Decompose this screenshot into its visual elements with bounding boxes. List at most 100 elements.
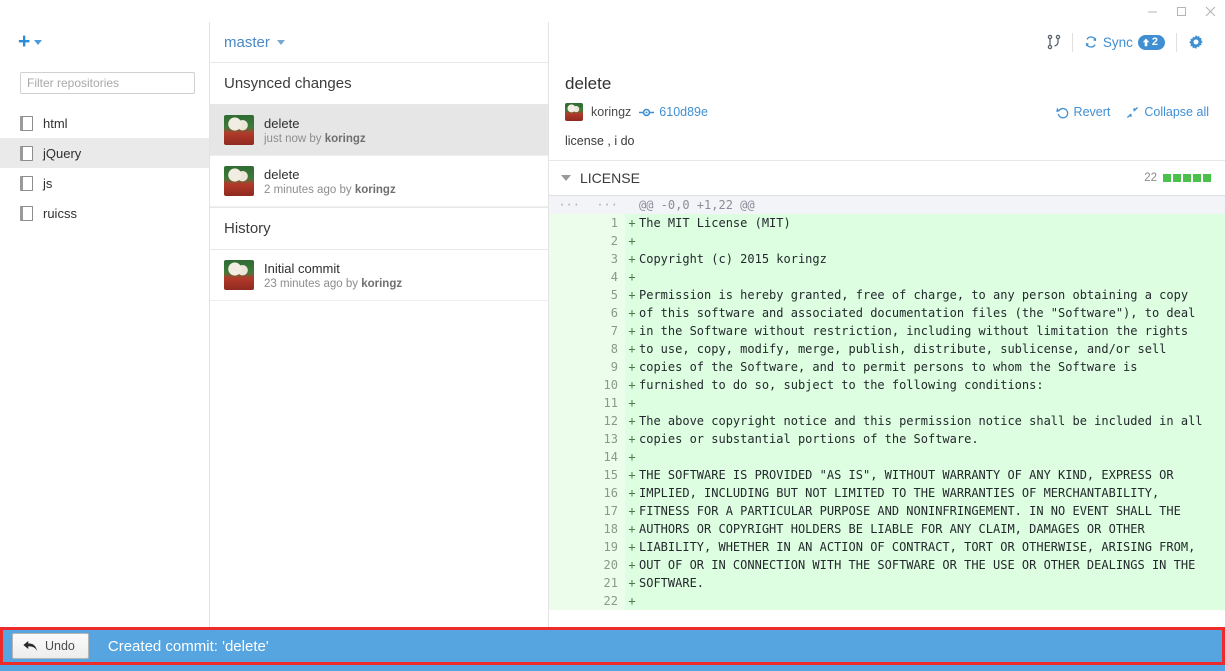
diff-old-line-number <box>549 412 587 430</box>
diff-sign: + <box>628 432 636 446</box>
bottom-strip <box>0 665 1225 671</box>
branch-name-label: master <box>224 33 270 51</box>
commit-sha[interactable]: 610d89e <box>639 105 708 119</box>
diff-new-line-number: 13 <box>587 430 625 448</box>
diff-new-line-number: 20 <box>587 556 625 574</box>
collapse-all-label: Collapse all <box>1144 105 1209 119</box>
diff-new-line-number: 14 <box>587 448 625 466</box>
diff-line-text <box>639 592 1225 610</box>
minimize-icon[interactable] <box>1138 0 1167 22</box>
sync-button[interactable]: Sync 2 <box>1073 31 1176 53</box>
commit-header: delete koringz 610d89e Revert Collapse a… <box>549 62 1225 121</box>
file-name: LICENSE <box>580 170 640 186</box>
avatar <box>224 166 254 196</box>
diff-line: 1 + The MIT License (MIT) <box>549 214 1225 232</box>
branch-compare-button[interactable] <box>1036 31 1072 53</box>
diff-old-line-number <box>549 340 587 358</box>
collapse-all-button[interactable]: Collapse all <box>1126 105 1209 119</box>
diff-old-line-number <box>549 556 587 574</box>
collapse-icon <box>1127 106 1139 118</box>
diff-line: 4 + <box>549 268 1225 286</box>
undo-button[interactable]: Undo <box>12 633 89 659</box>
diff-sign: + <box>628 522 636 536</box>
arrow-up-icon <box>1142 38 1150 46</box>
repository-item[interactable]: html <box>0 108 209 138</box>
commit-row[interactable]: Initial commit 23 minutes ago by koringz <box>210 250 548 301</box>
diff-viewer[interactable]: ··· ··· @@ -0,0 +1,22 @@ 1 + The MIT License … <box>549 196 1225 671</box>
commit-title: delete <box>264 166 300 182</box>
branch-selector[interactable]: master <box>210 22 548 62</box>
commit-list-panel: master Unsynced changes delete just now by… <box>210 22 549 671</box>
commit-meta: delete just now by koringz <box>264 116 366 145</box>
diff-new-line-number: 19 <box>587 538 625 556</box>
repository-label: js <box>43 175 53 191</box>
diff-line-text: of this software and associated document… <box>639 306 1196 320</box>
diff-new-line-number: 16 <box>587 484 625 502</box>
diff-new-line-number: 15 <box>587 466 625 484</box>
close-icon[interactable] <box>1196 0 1225 22</box>
commit-section-heading: History <box>210 207 548 250</box>
repository-icon <box>20 205 33 221</box>
diff-sign: + <box>628 288 636 302</box>
diff-sign: + <box>628 594 636 608</box>
repository-item[interactable]: js <box>0 168 209 198</box>
chevron-down-icon <box>561 175 571 181</box>
diff-line-text: FITNESS FOR A PARTICULAR PURPOSE AND NON… <box>639 504 1181 518</box>
branch-icon <box>1047 34 1061 50</box>
commit-author: koringz <box>354 183 396 196</box>
revert-button[interactable]: Revert <box>1055 105 1110 119</box>
commit-author: koringz <box>361 277 403 290</box>
diff-sign: + <box>628 306 636 320</box>
diff-new-line-number: 1 <box>587 214 625 232</box>
diff-sign: + <box>628 252 636 266</box>
diff-old-line-number <box>549 574 587 592</box>
commit-meta: delete 2 minutes ago by koringz <box>264 167 396 196</box>
diff-sign: + <box>628 450 636 464</box>
diff-new-line-number: 12 <box>587 412 625 430</box>
diff-sign: + <box>628 234 636 248</box>
diff-line-text: Copyright (c) 2015 koringz <box>639 252 827 266</box>
repository-item[interactable]: jQuery <box>0 138 209 168</box>
commit-body: license , i do <box>549 121 1225 161</box>
diff-line-text <box>639 268 1225 286</box>
sidebar-toolbar: + <box>0 22 209 62</box>
diff-line: 19 + LIABILITY, WHETHER IN AN ACTION OF CO… <box>549 538 1225 556</box>
add-repository-button[interactable]: + <box>18 31 43 52</box>
diff-sign: + <box>628 486 636 500</box>
diff-line: 5 + Permission is hereby granted, free of … <box>549 286 1225 304</box>
change-block <box>1163 174 1171 182</box>
diff-line-text: The MIT License (MIT) <box>639 216 791 230</box>
change-block <box>1193 174 1201 182</box>
commit-actions: Revert Collapse all <box>1055 105 1209 119</box>
filter-repositories-input[interactable] <box>20 72 195 94</box>
diff-sign: + <box>628 504 636 518</box>
diff-hunk-range: @@ -0,0 +1,22 @@ <box>639 198 755 212</box>
diff-old-line-number <box>549 502 587 520</box>
repository-label: ruicss <box>43 205 77 221</box>
settings-button[interactable] <box>1177 31 1215 53</box>
commit-row[interactable]: delete just now by koringz <box>210 105 548 156</box>
commit-sha-text: 610d89e <box>659 105 708 119</box>
revert-icon <box>1055 107 1068 118</box>
file-header[interactable]: LICENSE 22 <box>549 161 1225 196</box>
maximize-icon[interactable] <box>1167 0 1196 22</box>
commit-row[interactable]: delete 2 minutes ago by koringz <box>210 156 548 207</box>
diff-sign: + <box>628 360 636 374</box>
repository-item[interactable]: ruicss <box>0 198 209 228</box>
commit-subtitle: 2 minutes ago by koringz <box>264 184 396 196</box>
commit-author: koringz <box>324 132 366 145</box>
diff-line: 21 + SOFTWARE. <box>549 574 1225 592</box>
diff-line-text: SOFTWARE. <box>639 576 705 590</box>
diff-old-line-number <box>549 268 587 286</box>
diff-line-text: AUTHORS OR COPYRIGHT HOLDERS BE LIABLE F… <box>639 522 1145 536</box>
diff-old-line-number <box>549 304 587 322</box>
diff-old-line-number <box>549 322 587 340</box>
commit-time: 23 minutes ago <box>264 277 343 290</box>
diff-sign: + <box>628 468 636 482</box>
diff-line: 22 + <box>549 592 1225 610</box>
diff-line: 8 + to use, copy, modify, merge, publish, … <box>549 340 1225 358</box>
diff-line: 15 + THE SOFTWARE IS PROVIDED "AS IS", WIT… <box>549 466 1225 484</box>
diff-new-line-number: 9 <box>587 358 625 376</box>
file-change-count: 22 <box>1144 172 1157 184</box>
diff-new-line-number: 10 <box>587 376 625 394</box>
